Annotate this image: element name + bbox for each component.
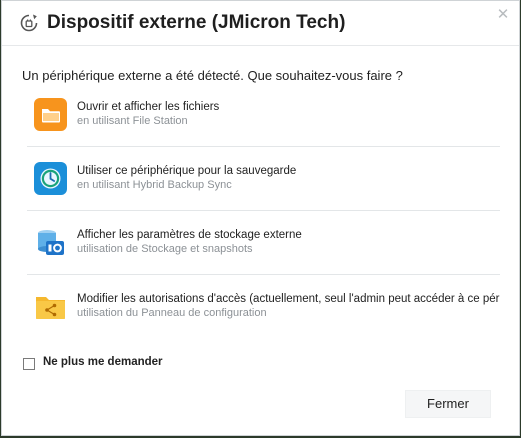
option-title: Ouvrir et afficher les fichiers — [77, 101, 220, 113]
close-button[interactable]: Fermer — [405, 390, 491, 418]
option-access-permissions[interactable]: Modifier les autorisations d'accès (actu… — [27, 278, 500, 338]
option-title: Afficher les paramètres de stockage exte… — [77, 229, 302, 241]
dont-ask-again-label: Ne plus me demander — [43, 356, 163, 368]
dialog-titlebar: Dispositif externe (JMicron Tech) ✕ — [2, 1, 519, 46]
option-subtitle: utilisation de Stockage et snapshots — [77, 243, 253, 255]
option-subtitle: en utilisant Hybrid Backup Sync — [77, 179, 232, 191]
close-icon[interactable]: ✕ — [495, 7, 511, 23]
option-subtitle: utilisation du Panneau de configuration — [77, 307, 267, 319]
external-device-dialog: Dispositif externe (JMicron Tech) ✕ Un p… — [1, 0, 520, 436]
dialog-title: Dispositif externe (JMicron Tech) — [47, 12, 346, 33]
option-title: Utiliser ce périphérique pour la sauvega… — [77, 165, 297, 177]
option-subtitle: en utilisant File Station — [77, 115, 188, 127]
dialog-question: Un périphérique externe a été détecté. Q… — [22, 68, 403, 83]
backup-sync-icon — [34, 162, 67, 195]
option-open-files[interactable]: Ouvrir et afficher les fichiers en utili… — [27, 86, 500, 147]
storage-icon — [38, 230, 64, 255]
option-title: Modifier les autorisations d'accès (actu… — [77, 293, 500, 305]
shared-folder-icon — [36, 297, 65, 319]
option-storage-settings[interactable]: Afficher les paramètres de stockage exte… — [27, 214, 500, 275]
dont-ask-again-checkbox[interactable] — [23, 358, 35, 370]
folder-icon — [34, 98, 67, 131]
device-sync-icon — [20, 14, 38, 32]
option-backup[interactable]: Utiliser ce périphérique pour la sauvega… — [27, 150, 500, 211]
